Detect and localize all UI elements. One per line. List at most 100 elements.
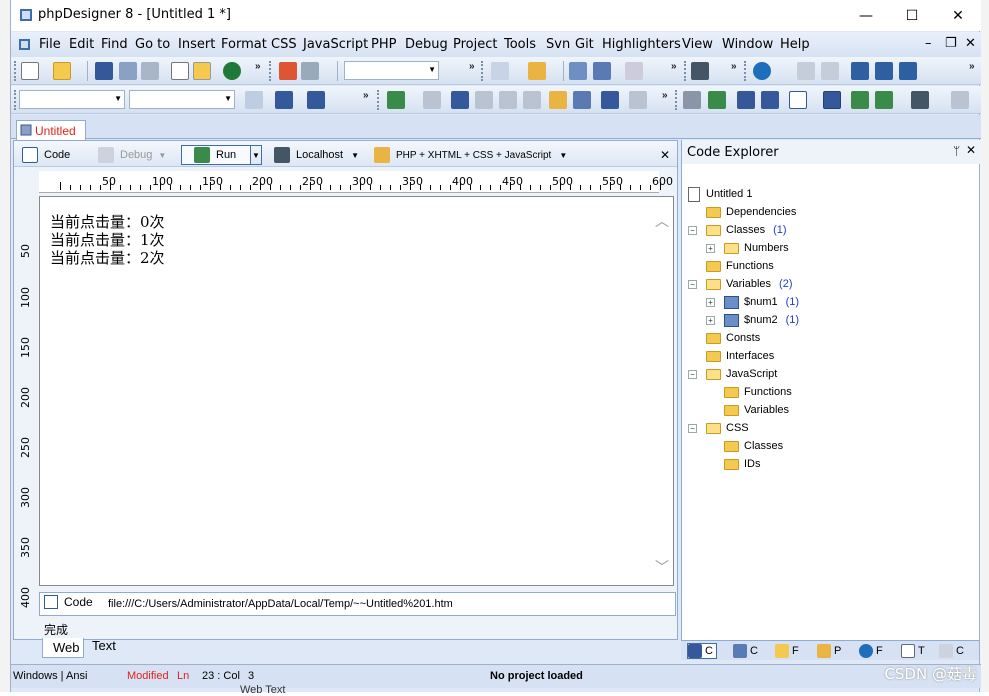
save-icon[interactable] (95, 62, 113, 80)
menu-window[interactable]: Window (722, 37, 773, 52)
toolbar-overflow-icon[interactable]: » (731, 61, 737, 72)
split-vertical-icon[interactable] (875, 62, 893, 80)
menu-highlighters[interactable]: Highlighters (602, 37, 681, 52)
tree-item-consts[interactable]: Consts (706, 329, 760, 347)
code-explorer-toggle-icon[interactable] (823, 91, 841, 109)
menu-javascript[interactable]: JavaScript (303, 37, 368, 52)
toolbar-grip[interactable] (14, 90, 17, 110)
mdi-restore-button[interactable]: ❐ (945, 36, 957, 51)
tree-item-interfaces[interactable]: Interfaces (706, 347, 774, 365)
menu-debug[interactable]: Debug (405, 37, 448, 52)
close-editor-icon[interactable]: ✕ (660, 145, 670, 165)
tree-item-classes[interactable]: Classes (1) (706, 221, 787, 239)
frame-icon[interactable] (789, 91, 807, 109)
expand-icon[interactable]: + (706, 316, 715, 325)
new-file-icon[interactable] (21, 62, 39, 80)
menu-file[interactable]: File (39, 37, 61, 52)
size-combo[interactable]: ▼ (129, 90, 235, 109)
menu-goto[interactable]: Go to (135, 37, 170, 52)
run-script-icon[interactable] (387, 91, 405, 109)
tab-text[interactable]: Text (92, 638, 116, 653)
collapse-icon[interactable]: − (688, 370, 697, 379)
save-as-icon[interactable] (119, 62, 137, 80)
expand-icon[interactable]: + (706, 244, 715, 253)
cascade-icon[interactable] (899, 62, 917, 80)
preview-run-icon[interactable] (851, 91, 869, 109)
menu-svn[interactable]: Svn (546, 37, 570, 52)
filter-icon[interactable] (569, 62, 587, 80)
font-combo[interactable]: ▼ (19, 90, 125, 109)
image-map-icon[interactable] (601, 91, 619, 109)
link-icon[interactable] (683, 91, 701, 109)
toolbar-grip[interactable] (269, 61, 272, 81)
snippet-combo[interactable]: ▼ (344, 61, 439, 80)
globe-icon[interactable] (753, 62, 771, 80)
mdi-close-button[interactable]: ✕ (965, 36, 976, 51)
tree-item-js-variables[interactable]: Variables (724, 401, 789, 419)
localhost-button[interactable]: Localhost ▼ (274, 145, 359, 165)
tab-untitled-1[interactable]: Untitled 1 (16, 120, 86, 152)
toolbar-overflow-icon[interactable]: » (671, 61, 677, 72)
run-button[interactable]: Run (181, 145, 251, 165)
hand-icon[interactable] (549, 91, 567, 109)
tab-code-explorer[interactable]: C (687, 643, 717, 659)
toolbar-grip[interactable] (684, 61, 687, 81)
wrap-icon[interactable] (245, 91, 263, 109)
document-menu-icon[interactable] (17, 37, 33, 52)
menu-php[interactable]: PHP (371, 37, 396, 52)
spellcheck-icon[interactable] (573, 91, 591, 109)
back-arrow-icon[interactable] (625, 62, 643, 80)
tree-root[interactable]: Untitled 1 (688, 185, 752, 203)
tab-file-browser[interactable]: F (775, 643, 799, 659)
clipboard-icon[interactable] (193, 62, 211, 80)
filter-clear-icon[interactable] (593, 62, 611, 80)
tree-item-css-ids[interactable]: IDs (724, 455, 761, 473)
toolbar-overflow-icon[interactable]: » (662, 90, 668, 101)
code-view-button[interactable]: Code (22, 145, 70, 165)
tab-templates[interactable]: T (901, 643, 925, 659)
tree-item-num2[interactable]: $num2 (1) (724, 311, 799, 329)
collapse-icon[interactable]: − (688, 424, 697, 433)
tree-item-functions[interactable]: Functions (706, 257, 774, 275)
menu-git[interactable]: Git (575, 37, 594, 52)
tree-item-num1[interactable]: $num1 (1) (724, 293, 799, 311)
doctype-button[interactable]: PHP + XHTML + CSS + JavaScript ▼ (374, 145, 567, 165)
split-horizontal-icon[interactable] (851, 62, 869, 80)
print-preview-icon[interactable] (171, 62, 189, 80)
close-window-button[interactable]: ✕ (935, 0, 981, 31)
tree-item-css[interactable]: CSS (706, 419, 749, 437)
media-icon[interactable] (629, 91, 647, 109)
menu-css[interactable]: CSS (271, 37, 297, 52)
uncomment-icon[interactable] (523, 91, 541, 109)
status-encoding[interactable]: Windows | Ansi (13, 670, 87, 682)
toolbar-grip[interactable] (14, 61, 17, 81)
scroll-down-icon[interactable]: ﹀ (655, 557, 669, 577)
window-layout-icon[interactable] (797, 62, 815, 80)
form-icon[interactable] (307, 91, 325, 109)
tree-item-javascript[interactable]: JavaScript (706, 365, 777, 383)
minimize-button[interactable]: — (843, 0, 889, 31)
tab-web[interactable]: Web (42, 638, 84, 658)
comment-icon[interactable] (499, 91, 517, 109)
mdi-minimize-button[interactable]: – (925, 36, 932, 51)
scroll-up-icon[interactable]: ︿ (655, 211, 669, 231)
window-tile-icon[interactable] (821, 62, 839, 80)
pin-icon[interactable]: ᛘ (953, 144, 960, 158)
deploy-icon[interactable] (911, 91, 929, 109)
toolbar-grip[interactable] (481, 61, 484, 81)
toolbar-grip[interactable] (675, 90, 678, 110)
menu-project[interactable]: Project (453, 37, 497, 52)
toolbar-grip[interactable] (377, 90, 380, 110)
tree-item-css-classes[interactable]: Classes (724, 437, 783, 455)
copy-icon[interactable] (301, 62, 319, 80)
list-icon[interactable] (761, 91, 779, 109)
web-preview[interactable]: 当前点击量：0次 当前点击量：1次 当前点击量：2次 ︿ ﹀ (39, 196, 674, 586)
cut-icon[interactable] (279, 62, 297, 80)
close-explorer-icon[interactable]: ✕ (966, 143, 976, 157)
menu-tools[interactable]: Tools (504, 37, 536, 52)
url-code-button[interactable]: Code (44, 595, 93, 609)
build-icon[interactable] (691, 62, 709, 80)
menu-insert[interactable]: Insert (178, 37, 215, 52)
template-icon[interactable] (491, 62, 509, 80)
menu-help[interactable]: Help (780, 37, 810, 52)
